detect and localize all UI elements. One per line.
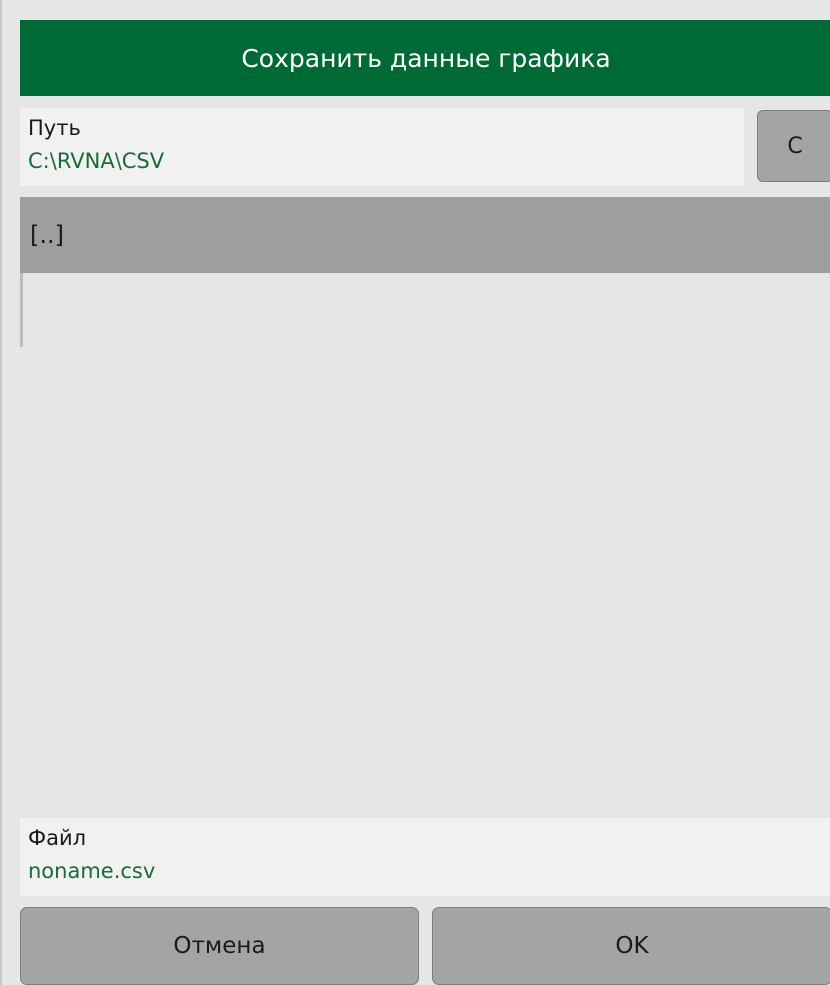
ok-button[interactable]: OK [432,907,830,985]
path-label: Путь [28,116,81,140]
file-name-value: noname.csv [28,859,156,883]
file-label: Файл [28,826,87,850]
dialog-title-bar: Сохранить данные графика [20,20,830,96]
path-value: C:\RVNA\CSV [28,149,165,173]
file-list[interactable]: [..] [20,197,830,807]
dialog-buttons: Отмена OK [20,907,830,985]
list-item-parent-directory[interactable]: [..] [20,197,830,273]
list-scrollbar[interactable] [20,273,23,347]
cancel-button[interactable]: Отмена [20,907,419,985]
save-chart-data-dialog: Сохранить данные графика Путь C:\RVNA\CS… [0,0,830,985]
path-field[interactable]: Путь C:\RVNA\CSV [20,108,744,186]
drive-select-button[interactable]: C [757,110,830,182]
list-item-label: [..] [30,221,64,249]
file-name-field[interactable]: Файл noname.csv [20,818,830,896]
dialog-title: Сохранить данные графика [241,43,611,73]
